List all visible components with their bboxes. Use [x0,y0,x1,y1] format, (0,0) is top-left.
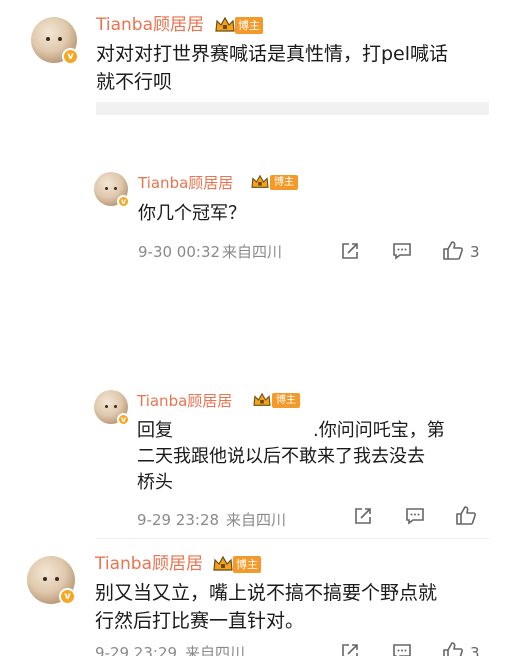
avatar-eye [114,405,117,408]
crown-icon [251,174,269,188]
avatar-eye [55,577,59,581]
comment-text: 对对对打世界赛喊话是真性情，打pel喊话 [96,43,449,65]
share-icon[interactable] [340,241,360,261]
blogger-tag: 博主 [235,17,263,34]
avatar-eye [114,187,117,190]
avatar[interactable]: v [27,556,76,605]
comment-location: 来自四川 [222,243,283,261]
comment-text: 你几个冠军？ [138,203,246,224]
comment-icon[interactable] [405,506,425,526]
crown-icon [215,16,235,32]
share-icon[interactable] [353,506,373,526]
avatar-eye [105,187,108,190]
avatar[interactable]: v [94,172,130,208]
blogger-tag: 博主 [270,175,298,190]
avatar[interactable]: v [31,17,79,65]
like-count: 3 [470,644,480,656]
avatar-eye [46,37,50,41]
comment-time: 9-30 00:32 [138,243,221,261]
comment-location: 来自四川 [185,644,246,656]
comment-text: 桥头 [137,472,173,493]
avatar-eye [43,577,47,581]
verified-v-icon: v [62,48,79,65]
blogger-tag: 博主 [233,556,261,573]
avatar-eye [105,405,108,408]
comment-time: 9-29 23:29 [95,644,178,656]
author-name[interactable]: Tianba顾居居 [138,172,233,194]
verified-v-icon: v [59,588,76,605]
like-count: 3 [470,243,480,261]
author-name[interactable]: Tianba顾居居 [96,13,204,37]
comment-text: 二天我跟他说以后不敢来了我去没去 [137,446,425,467]
avatar[interactable]: v [94,390,130,426]
comment-text: 行然后打比赛一直针对。 [95,610,305,632]
share-icon[interactable] [340,642,360,656]
crown-icon [213,555,233,571]
comment-location: 来自四川 [226,511,287,529]
verified-v-icon: v [117,195,130,208]
crown-icon [253,392,271,406]
thumbs-up-icon[interactable] [442,641,464,656]
comment-icon[interactable] [392,241,412,261]
verified-v-icon: v [117,413,130,426]
comment-time: 9-29 23:28 [137,511,220,529]
reply-prefix: 回复 [137,420,173,441]
author-name[interactable]: Tianba顾居居 [95,552,203,576]
thumbs-up-icon[interactable] [442,240,464,261]
comment-text: 就不行呗 [96,71,173,93]
thumbs-up-icon[interactable] [455,505,477,526]
separator [96,538,489,539]
comment-icon[interactable] [392,642,412,656]
comment-text: .你问问吒宝，第 [313,420,445,441]
avatar-eye [58,37,62,41]
section-divider [96,102,489,115]
comment-text: 别又当又立，嘴上说不搞不搞要个野点就 [95,582,438,604]
blogger-tag: 博主 [272,393,300,408]
author-name[interactable]: Tianba顾居居 [137,390,232,412]
